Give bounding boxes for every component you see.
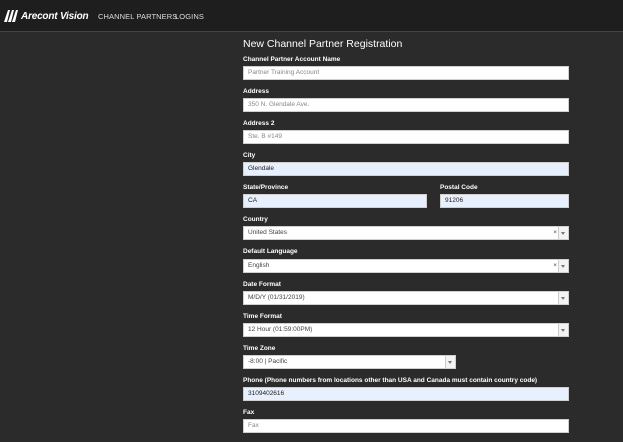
city-input[interactable]: Glendale xyxy=(243,162,569,176)
top-navbar: Arecont Vision CHANNEL PARTNERS LOGINS xyxy=(0,0,623,32)
fax-input[interactable]: Fax xyxy=(243,419,569,433)
country-select[interactable]: United States × xyxy=(243,226,569,240)
time-zone-value: -8:00 | Pacific xyxy=(248,358,288,365)
postal-label: Postal Code xyxy=(440,184,478,191)
time-zone-label: Time Zone xyxy=(243,345,276,352)
country-label: Country xyxy=(243,216,268,223)
chevron-down-icon[interactable] xyxy=(445,356,455,368)
chevron-down-icon[interactable] xyxy=(558,292,568,304)
time-format-select[interactable]: 12 Hour (01:59:00PM) xyxy=(243,323,569,337)
fax-label: Fax xyxy=(243,409,255,416)
state-label: State/Province xyxy=(243,184,289,191)
account-name-input[interactable]: Partner Training Account xyxy=(243,66,569,80)
address2-label: Address 2 xyxy=(243,120,275,127)
phone-label: Phone (Phone numbers from locations othe… xyxy=(243,377,538,384)
time-format-label: Time Format xyxy=(243,313,282,320)
date-format-select[interactable]: M/D/Y (01/31/2019) xyxy=(243,291,569,305)
address-label: Address xyxy=(243,88,270,95)
clear-icon[interactable]: × xyxy=(553,260,557,272)
time-zone-select[interactable]: -8:00 | Pacific xyxy=(243,355,456,369)
language-value: English xyxy=(248,262,270,269)
logo[interactable]: Arecont Vision xyxy=(4,9,89,23)
chevron-down-icon[interactable] xyxy=(558,324,568,336)
country-value: United States xyxy=(248,229,288,236)
account-name-label: Channel Partner Account Name xyxy=(243,56,341,63)
state-input[interactable]: CA xyxy=(243,194,427,208)
chevron-down-icon[interactable] xyxy=(558,260,568,272)
address2-input[interactable]: Ste. B #149 xyxy=(243,130,569,144)
language-label: Default Language xyxy=(243,248,298,255)
date-format-label: Date Format xyxy=(243,281,281,288)
form-title: New Channel Partner Registration xyxy=(243,38,403,50)
address-input[interactable]: 350 N. Glendale Ave. xyxy=(243,98,569,112)
city-label: City xyxy=(243,152,256,159)
phone-input[interactable]: 3109402616 xyxy=(243,387,569,401)
logo-text: Arecont Vision xyxy=(21,10,89,22)
nav-channel-partners[interactable]: CHANNEL PARTNERS xyxy=(98,12,177,21)
chevron-down-icon[interactable] xyxy=(558,227,568,239)
time-format-value: 12 Hour (01:59:00PM) xyxy=(248,326,313,333)
arecont-logo-icon xyxy=(4,10,18,22)
postal-input[interactable]: 91206 xyxy=(440,194,569,208)
language-select[interactable]: English × xyxy=(243,259,569,273)
date-format-value: M/D/Y (01/31/2019) xyxy=(248,294,305,301)
clear-icon[interactable]: × xyxy=(553,227,557,239)
nav-logins[interactable]: LOGINS xyxy=(175,12,204,21)
